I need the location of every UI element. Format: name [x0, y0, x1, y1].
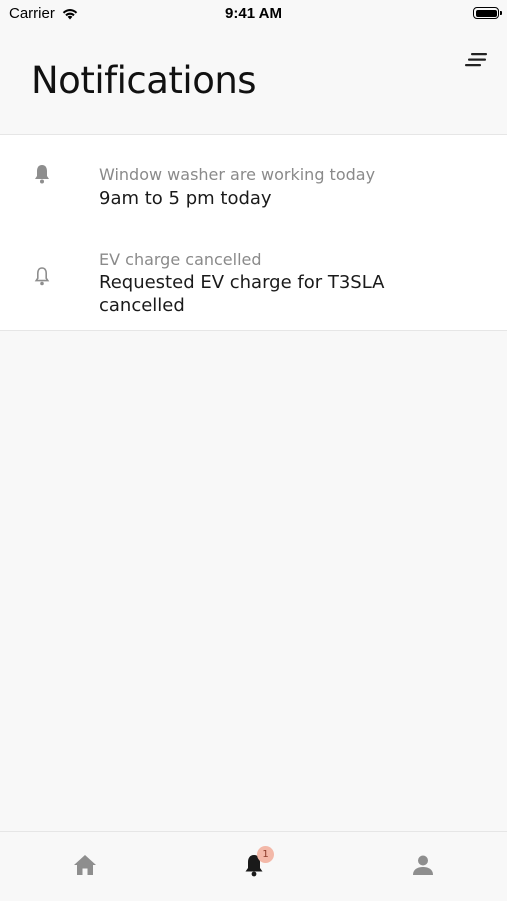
bell-outline-icon — [34, 267, 50, 286]
tab-profile[interactable] — [410, 852, 436, 878]
notification-item[interactable]: EV charge cancelled Requested EV charge … — [0, 235, 507, 330]
notification-body: 9am to 5 pm today — [99, 188, 272, 209]
person-icon — [413, 855, 433, 875]
notification-list: Window washer are working today 9am to 5… — [0, 135, 507, 331]
notification-badge: 1 — [257, 846, 274, 863]
home-icon — [74, 855, 96, 875]
status-time: 9:41 AM — [225, 5, 282, 22]
bell-filled-icon — [35, 165, 49, 184]
tab-home[interactable] — [72, 852, 98, 878]
notification-title: EV charge cancelled — [99, 250, 262, 269]
header: Notifications — [0, 30, 507, 135]
sort-menu-button[interactable] — [465, 50, 489, 70]
notification-item[interactable]: Window washer are working today 9am to 5… — [0, 135, 507, 230]
sort-lines-icon — [465, 53, 487, 67]
status-bar: Carrier 9:41 AM — [0, 0, 507, 30]
tab-bar: 1 — [0, 831, 507, 901]
battery-icon — [473, 7, 502, 19]
notification-body: Requested EV charge for T3SLA cancelled — [99, 272, 385, 316]
page-title: Notifications — [31, 59, 257, 102]
notification-title: Window washer are working today — [99, 165, 376, 184]
